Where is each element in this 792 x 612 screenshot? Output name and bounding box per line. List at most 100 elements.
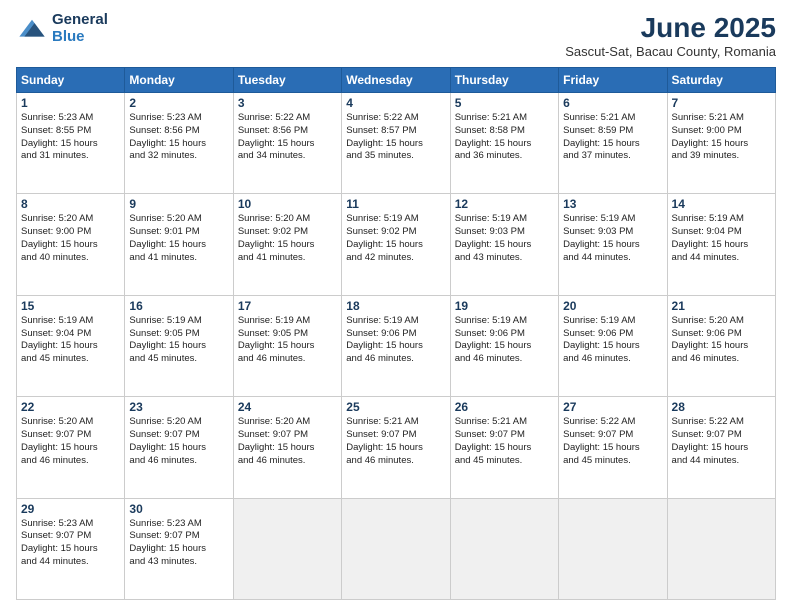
calendar-cell: 17 Sunrise: 5:19 AM Sunset: 9:05 PM Dayli… [233, 295, 341, 396]
day-info: Sunrise: 5:19 AM Sunset: 9:03 PM Dayligh… [455, 213, 554, 264]
day-info: Sunrise: 5:23 AM Sunset: 9:07 PM Dayligh… [21, 518, 120, 569]
calendar-cell: 11 Sunrise: 5:19 AM Sunset: 9:02 PM Dayli… [342, 194, 450, 295]
day-number: 16 [129, 299, 228, 313]
day-number: 9 [129, 197, 228, 211]
calendar-cell: 6 Sunrise: 5:21 AM Sunset: 8:59 PM Daylig… [559, 93, 667, 194]
logo: General Blue [16, 12, 108, 45]
day-number: 29 [21, 502, 120, 516]
day-number: 17 [238, 299, 337, 313]
day-number: 14 [672, 197, 771, 211]
calendar-cell: 4 Sunrise: 5:22 AM Sunset: 8:57 PM Daylig… [342, 93, 450, 194]
day-info: Sunrise: 5:20 AM Sunset: 9:00 PM Dayligh… [21, 213, 120, 264]
day-number: 5 [455, 96, 554, 110]
day-info: Sunrise: 5:23 AM Sunset: 8:55 PM Dayligh… [21, 112, 120, 163]
calendar-cell: 29 Sunrise: 5:23 AM Sunset: 9:07 PM Dayli… [17, 498, 125, 599]
main-title: June 2025 [565, 12, 776, 44]
title-block: June 2025 Sascut-Sat, Bacau County, Roma… [565, 12, 776, 59]
day-info: Sunrise: 5:20 AM Sunset: 9:02 PM Dayligh… [238, 213, 337, 264]
calendar-cell: 30 Sunrise: 5:23 AM Sunset: 9:07 PM Dayli… [125, 498, 233, 599]
calendar-cell: 26Sunrise: 5:21 AM Sunset: 9:07 PM Dayli… [450, 397, 558, 498]
day-number: 11 [346, 197, 445, 211]
day-info: Sunrise: 5:22 AM Sunset: 8:56 PM Dayligh… [238, 112, 337, 163]
day-number: 30 [129, 502, 228, 516]
logo-text: General Blue [52, 12, 108, 45]
day-number: 8 [21, 197, 120, 211]
logo-line1: General [52, 12, 108, 29]
day-info: Sunrise: 5:19 AM Sunset: 9:04 PM Dayligh… [21, 315, 120, 366]
day-number: 6 [563, 96, 662, 110]
calendar-cell: 15 Sunrise: 5:19 AM Sunset: 9:04 PM Dayli… [17, 295, 125, 396]
day-header-wednesday: Wednesday [342, 68, 450, 93]
day-number: 7 [672, 96, 771, 110]
day-number: 24 [238, 400, 337, 414]
day-info: Sunrise: 5:20 AM Sunset: 9:07 PM Dayligh… [129, 416, 228, 467]
calendar-cell: 3Sunrise: 5:22 AM Sunset: 8:56 PM Daylig… [233, 93, 341, 194]
day-info: Sunrise: 5:21 AM Sunset: 8:59 PM Dayligh… [563, 112, 662, 163]
day-info: Sunrise: 5:19 AM Sunset: 9:06 PM Dayligh… [455, 315, 554, 366]
day-number: 1 [21, 96, 120, 110]
calendar-cell: 21 Sunrise: 5:20 AM Sunset: 9:06 PM Dayli… [667, 295, 775, 396]
day-info: Sunrise: 5:21 AM Sunset: 9:07 PM Dayligh… [346, 416, 445, 467]
day-info: Sunrise: 5:19 AM Sunset: 9:03 PM Dayligh… [563, 213, 662, 264]
day-info: Sunrise: 5:20 AM Sunset: 9:06 PM Dayligh… [672, 315, 771, 366]
day-number: 23 [129, 400, 228, 414]
calendar-header-row: SundayMondayTuesdayWednesdayThursdayFrid… [17, 68, 776, 93]
calendar-week-2: 8 Sunrise: 5:20 AM Sunset: 9:00 PM Daylig… [17, 194, 776, 295]
day-info: Sunrise: 5:21 AM Sunset: 9:07 PM Dayligh… [455, 416, 554, 467]
day-number: 21 [672, 299, 771, 313]
day-number: 2 [129, 96, 228, 110]
day-info: Sunrise: 5:19 AM Sunset: 9:02 PM Dayligh… [346, 213, 445, 264]
day-header-friday: Friday [559, 68, 667, 93]
day-number: 12 [455, 197, 554, 211]
calendar-cell: 5 Sunrise: 5:21 AM Sunset: 8:58 PM Daylig… [450, 93, 558, 194]
day-info: Sunrise: 5:23 AM Sunset: 9:07 PM Dayligh… [129, 518, 228, 569]
day-info: Sunrise: 5:22 AM Sunset: 9:07 PM Dayligh… [672, 416, 771, 467]
day-info: Sunrise: 5:19 AM Sunset: 9:06 PM Dayligh… [563, 315, 662, 366]
day-number: 4 [346, 96, 445, 110]
day-info: Sunrise: 5:22 AM Sunset: 8:57 PM Dayligh… [346, 112, 445, 163]
calendar-week-1: 1 Sunrise: 5:23 AM Sunset: 8:55 PM Daylig… [17, 93, 776, 194]
calendar-cell: 7 Sunrise: 5:21 AM Sunset: 9:00 PM Daylig… [667, 93, 775, 194]
calendar-cell: 18Sunrise: 5:19 AM Sunset: 9:06 PM Dayli… [342, 295, 450, 396]
logo-icon [16, 13, 48, 45]
day-info: Sunrise: 5:20 AM Sunset: 9:01 PM Dayligh… [129, 213, 228, 264]
day-number: 19 [455, 299, 554, 313]
day-number: 25 [346, 400, 445, 414]
day-number: 20 [563, 299, 662, 313]
day-info: Sunrise: 5:19 AM Sunset: 9:05 PM Dayligh… [238, 315, 337, 366]
calendar-cell: 20 Sunrise: 5:19 AM Sunset: 9:06 PM Dayli… [559, 295, 667, 396]
calendar-cell: 14 Sunrise: 5:19 AM Sunset: 9:04 PM Dayli… [667, 194, 775, 295]
calendar-cell: 1 Sunrise: 5:23 AM Sunset: 8:55 PM Daylig… [17, 93, 125, 194]
day-info: Sunrise: 5:19 AM Sunset: 9:06 PM Dayligh… [346, 315, 445, 366]
day-number: 13 [563, 197, 662, 211]
day-info: Sunrise: 5:22 AM Sunset: 9:07 PM Dayligh… [563, 416, 662, 467]
day-number: 10 [238, 197, 337, 211]
day-info: Sunrise: 5:21 AM Sunset: 8:58 PM Dayligh… [455, 112, 554, 163]
calendar-week-5: 29 Sunrise: 5:23 AM Sunset: 9:07 PM Dayli… [17, 498, 776, 599]
day-info: Sunrise: 5:20 AM Sunset: 9:07 PM Dayligh… [238, 416, 337, 467]
day-info: Sunrise: 5:21 AM Sunset: 9:00 PM Dayligh… [672, 112, 771, 163]
logo-line2: Blue [52, 29, 108, 46]
page: General Blue June 2025 Sascut-Sat, Bacau… [0, 0, 792, 612]
calendar-cell [559, 498, 667, 599]
calendar-cell: 13 Sunrise: 5:19 AM Sunset: 9:03 PM Dayli… [559, 194, 667, 295]
day-number: 22 [21, 400, 120, 414]
calendar-cell [450, 498, 558, 599]
calendar-cell: 25 Sunrise: 5:21 AM Sunset: 9:07 PM Dayli… [342, 397, 450, 498]
day-header-monday: Monday [125, 68, 233, 93]
day-info: Sunrise: 5:20 AM Sunset: 9:07 PM Dayligh… [21, 416, 120, 467]
calendar-cell [342, 498, 450, 599]
day-header-saturday: Saturday [667, 68, 775, 93]
day-info: Sunrise: 5:19 AM Sunset: 9:04 PM Dayligh… [672, 213, 771, 264]
calendar-week-3: 15 Sunrise: 5:19 AM Sunset: 9:04 PM Dayli… [17, 295, 776, 396]
day-number: 15 [21, 299, 120, 313]
calendar-cell: 16Sunrise: 5:19 AM Sunset: 9:05 PM Dayli… [125, 295, 233, 396]
calendar-cell: 8 Sunrise: 5:20 AM Sunset: 9:00 PM Daylig… [17, 194, 125, 295]
calendar-cell: 23 Sunrise: 5:20 AM Sunset: 9:07 PM Dayli… [125, 397, 233, 498]
calendar-cell: 27Sunrise: 5:22 AM Sunset: 9:07 PM Dayli… [559, 397, 667, 498]
day-header-thursday: Thursday [450, 68, 558, 93]
calendar-cell: 12 Sunrise: 5:19 AM Sunset: 9:03 PM Dayli… [450, 194, 558, 295]
calendar-cell [667, 498, 775, 599]
calendar-cell: 9 Sunrise: 5:20 AM Sunset: 9:01 PM Daylig… [125, 194, 233, 295]
day-header-sunday: Sunday [17, 68, 125, 93]
